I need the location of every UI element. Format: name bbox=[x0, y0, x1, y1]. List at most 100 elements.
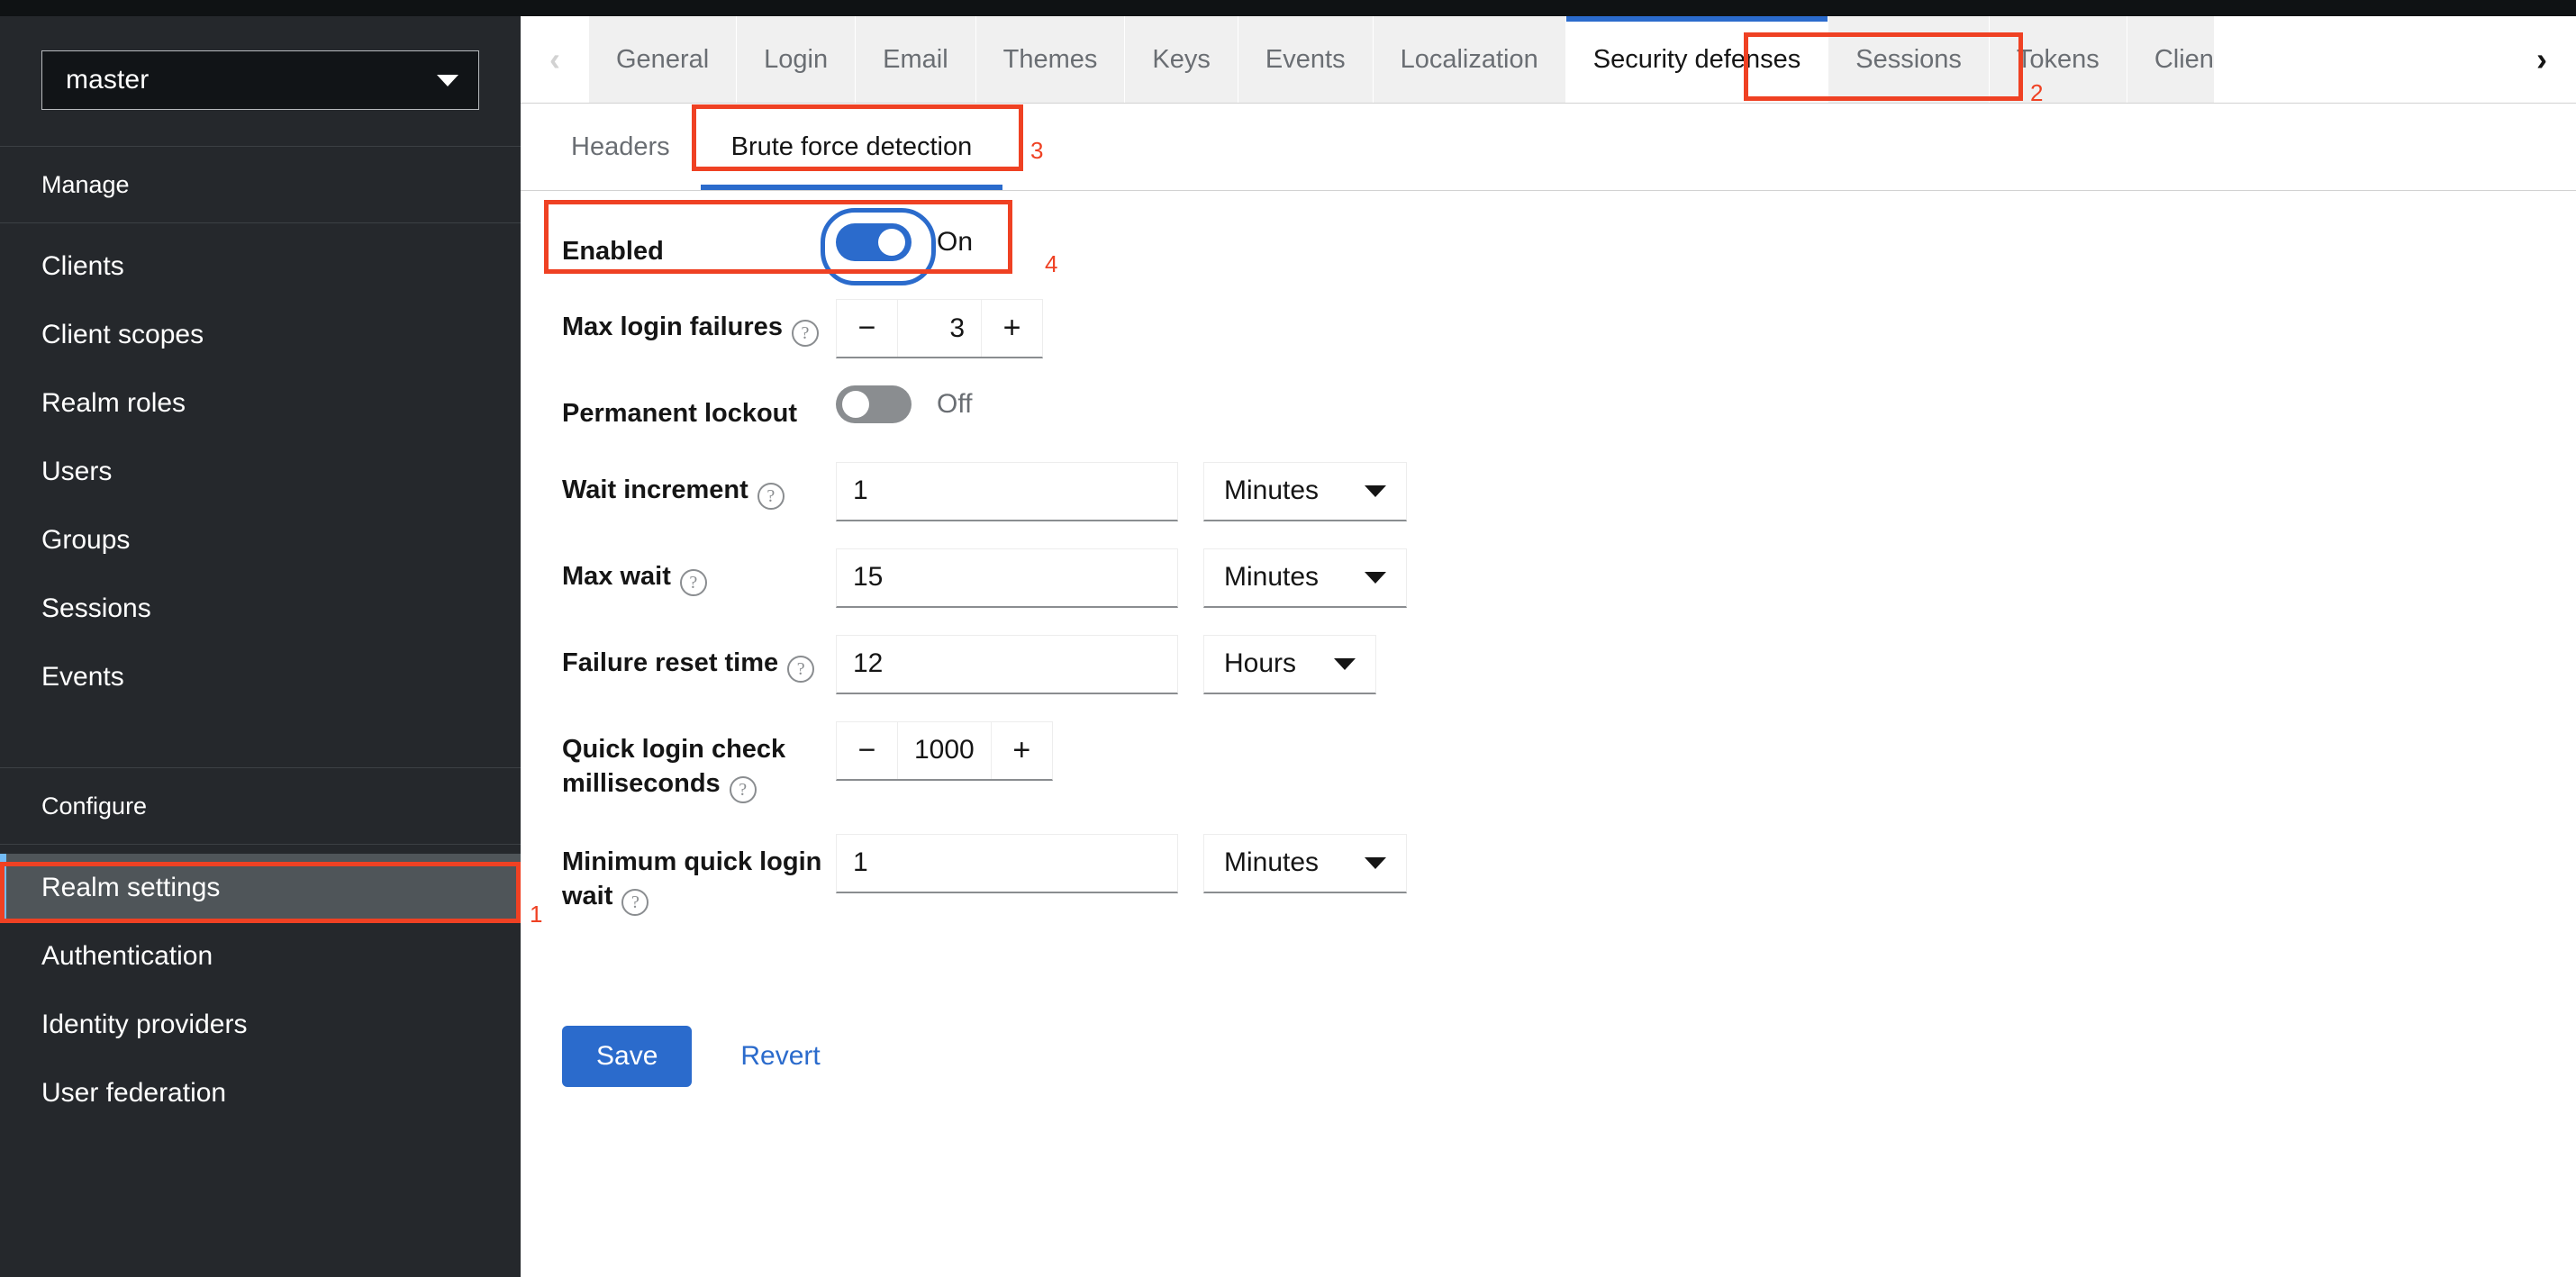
sidebar-item-clients[interactable]: Clients bbox=[0, 232, 521, 301]
subtab-label: Headers bbox=[571, 131, 670, 161]
label-text-line1: Minimum quick login bbox=[562, 847, 822, 876]
tab-label: Sessions bbox=[1855, 44, 1962, 74]
max-login-failures-input[interactable]: 3 bbox=[898, 300, 981, 357]
quick-login-check-stepper: − 1000 + bbox=[836, 720, 1053, 781]
failure-reset-time-unit-select[interactable]: Hours bbox=[1203, 634, 1376, 694]
help-circle-icon[interactable]: ? bbox=[757, 482, 785, 510]
help-circle-icon[interactable]: ? bbox=[679, 568, 707, 596]
quick-login-check-input[interactable]: 1000 bbox=[898, 722, 991, 779]
wait-increment-input[interactable]: 1 bbox=[836, 461, 1178, 521]
permanent-lockout-state-label: Off bbox=[937, 389, 973, 420]
minimum-quick-login-wait-unit-select[interactable]: Minutes bbox=[1203, 833, 1407, 893]
row-wait-increment: Wait increment? 1 Minutes bbox=[521, 461, 2576, 521]
form-actions: Save Revert bbox=[521, 943, 2576, 1088]
chevron-right-icon[interactable]: › bbox=[2508, 16, 2576, 103]
help-circle-icon[interactable]: ? bbox=[621, 889, 649, 917]
field-max-wait: 15 Minutes bbox=[836, 548, 1407, 608]
primary-tab-list: General Login Email Themes Keys Events L… bbox=[589, 16, 2508, 103]
minus-button[interactable]: − bbox=[837, 721, 898, 779]
sidebar-item-label: Groups bbox=[41, 525, 131, 555]
wait-increment-unit-select[interactable]: Minutes bbox=[1203, 461, 1407, 521]
max-wait-input[interactable]: 15 bbox=[836, 548, 1178, 608]
sidebar-item-label: Authentication bbox=[41, 941, 213, 971]
tab-keys[interactable]: Keys bbox=[1125, 16, 1238, 103]
field-wait-increment: 1 Minutes bbox=[836, 461, 1407, 521]
minimum-quick-login-wait-input[interactable]: 1 bbox=[836, 833, 1178, 893]
label-text: Max login failures bbox=[562, 312, 783, 342]
main-content: ‹ General Login Email Themes Keys Events… bbox=[521, 0, 2576, 1277]
tab-client-policies[interactable]: Clien bbox=[2127, 16, 2215, 103]
sidebar-item-realm-roles[interactable]: Realm roles bbox=[0, 369, 521, 438]
app-root: master Manage Clients Client scopes Real… bbox=[0, 0, 2576, 1277]
label-text: Max wait bbox=[562, 561, 671, 591]
save-button[interactable]: Save bbox=[562, 1026, 693, 1088]
row-max-wait: Max wait? 15 Minutes bbox=[521, 548, 2576, 608]
max-wait-unit-select[interactable]: Minutes bbox=[1203, 548, 1407, 608]
tab-label: Security defenses bbox=[1592, 44, 1801, 74]
realm-selector[interactable]: master bbox=[41, 50, 479, 110]
subtab-brute-force-detection[interactable]: Brute force detection bbox=[700, 104, 1003, 190]
tab-label: Keys bbox=[1152, 44, 1211, 74]
tab-label: Tokens bbox=[2016, 44, 2100, 74]
toggle-knob bbox=[878, 229, 905, 256]
tab-general[interactable]: General bbox=[589, 16, 738, 103]
plus-button[interactable]: + bbox=[981, 300, 1042, 358]
tab-login[interactable]: Login bbox=[737, 16, 857, 103]
minus-button[interactable]: − bbox=[837, 300, 898, 358]
label-minimum-quick-login-wait: Minimum quick login wait? bbox=[521, 834, 836, 917]
help-circle-icon[interactable]: ? bbox=[787, 655, 815, 683]
label-text-line2: milliseconds bbox=[562, 768, 721, 798]
tab-label: Localization bbox=[1400, 44, 1538, 74]
tab-security-defenses[interactable]: Security defenses bbox=[1565, 16, 1829, 103]
label-max-login-failures: Max login failures? bbox=[521, 299, 836, 348]
plus-button[interactable]: + bbox=[990, 721, 1052, 779]
sidebar-item-users[interactable]: Users bbox=[0, 438, 521, 506]
sidebar-item-realm-settings[interactable]: Realm settings bbox=[0, 854, 521, 922]
sidebar-item-authentication[interactable]: Authentication bbox=[0, 922, 521, 991]
tab-tokens[interactable]: Tokens bbox=[1989, 16, 2127, 103]
sidebar-item-label: User federation bbox=[41, 1078, 227, 1108]
sidebar-item-identity-providers[interactable]: Identity providers bbox=[0, 991, 521, 1059]
chevron-left-icon[interactable]: ‹ bbox=[521, 16, 589, 103]
tab-label: Login bbox=[764, 44, 829, 74]
tab-label: Clien bbox=[2154, 44, 2214, 74]
sidebar-item-sessions[interactable]: Sessions bbox=[0, 575, 521, 643]
tab-themes[interactable]: Themes bbox=[975, 16, 1126, 103]
masthead-bar bbox=[0, 0, 2576, 16]
tab-label: Themes bbox=[1002, 44, 1098, 74]
revert-button[interactable]: Revert bbox=[728, 1026, 832, 1087]
sidebar-item-label: Identity providers bbox=[41, 1010, 248, 1039]
field-permanent-lockout: Off bbox=[836, 385, 973, 424]
sidebar-item-groups[interactable]: Groups bbox=[0, 506, 521, 575]
sidebar-item-label: Sessions bbox=[41, 593, 151, 623]
sidebar-item-client-scopes[interactable]: Client scopes bbox=[0, 301, 521, 369]
failure-reset-time-input[interactable]: 12 bbox=[836, 634, 1178, 694]
brute-force-form: Enabled On Max login failures? − 3 + Per… bbox=[521, 191, 2576, 1088]
sidebar-item-events[interactable]: Events bbox=[0, 643, 521, 711]
tab-localization[interactable]: Localization bbox=[1373, 16, 1566, 103]
field-failure-reset-time: 12 Hours bbox=[836, 634, 1376, 694]
enabled-toggle[interactable] bbox=[821, 208, 936, 285]
tab-sessions[interactable]: Sessions bbox=[1828, 16, 1990, 103]
tab-events[interactable]: Events bbox=[1238, 16, 1374, 103]
sidebar-item-user-federation[interactable]: User federation bbox=[0, 1059, 521, 1128]
label-failure-reset-time: Failure reset time? bbox=[521, 635, 836, 683]
chevron-down-icon bbox=[1334, 657, 1356, 670]
label-text-line1: Quick login check bbox=[562, 734, 786, 764]
sidebar-item-label: Realm roles bbox=[41, 388, 186, 418]
sidebar-item-label: Events bbox=[41, 662, 124, 692]
max-login-failures-stepper: − 3 + bbox=[836, 299, 1043, 359]
enabled-state-label: On bbox=[937, 227, 974, 257]
chevron-down-icon bbox=[1365, 485, 1386, 497]
permanent-lockout-toggle[interactable] bbox=[836, 385, 912, 424]
sidebar-item-label: Client scopes bbox=[41, 320, 204, 349]
help-circle-icon[interactable]: ? bbox=[729, 775, 757, 803]
help-circle-icon[interactable]: ? bbox=[791, 320, 819, 348]
tab-label: General bbox=[616, 44, 710, 74]
select-value: Minutes bbox=[1224, 847, 1320, 878]
realm-selector-container: master bbox=[0, 16, 521, 146]
subtab-headers[interactable]: Headers bbox=[540, 104, 701, 190]
tab-email[interactable]: Email bbox=[856, 16, 976, 103]
label-max-wait: Max wait? bbox=[521, 548, 836, 596]
